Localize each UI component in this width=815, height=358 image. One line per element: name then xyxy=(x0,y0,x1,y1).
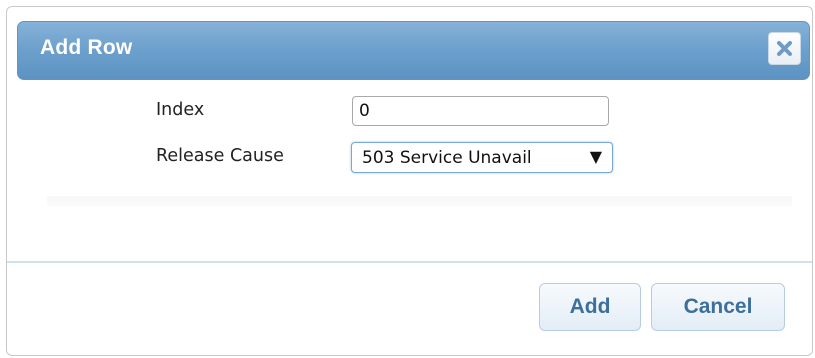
add-button[interactable]: Add xyxy=(539,283,641,331)
index-input[interactable] xyxy=(352,96,609,126)
dropdown-arrow-icon: ▼ xyxy=(589,147,602,166)
release-cause-label: Release Cause xyxy=(156,146,284,166)
release-cause-selected-value: 503 Service Unavail xyxy=(362,148,532,168)
add-row-dialog: Add Row Index Release Cause 503 Service … xyxy=(6,6,813,356)
form-footer-band xyxy=(47,196,792,206)
close-x-icon xyxy=(777,41,792,56)
release-cause-row: Release Cause 503 Service Unavail ▼ xyxy=(7,142,812,173)
button-divider xyxy=(7,261,812,263)
cancel-button[interactable]: Cancel xyxy=(651,283,785,331)
index-label: Index xyxy=(156,100,205,120)
dialog-titlebar: Add Row xyxy=(17,21,810,80)
release-cause-select[interactable]: 503 Service Unavail ▼ xyxy=(351,142,613,173)
close-button[interactable] xyxy=(768,32,801,65)
dialog-title: Add Row xyxy=(40,36,133,59)
index-row: Index xyxy=(7,96,812,126)
